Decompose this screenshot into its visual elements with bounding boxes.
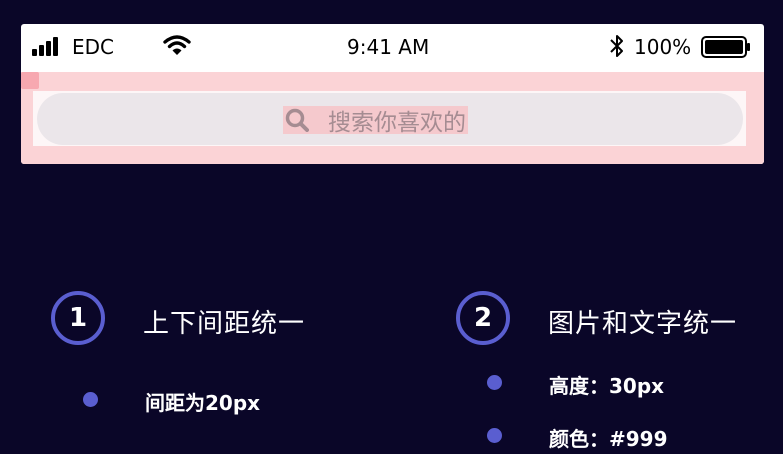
search-placeholder-group: 搜索你喜欢的 bbox=[283, 106, 468, 136]
step-number-1: 1 bbox=[51, 291, 105, 345]
section-1-title: 上下间距统一 bbox=[143, 309, 306, 339]
wifi-icon bbox=[163, 35, 191, 55]
search-highlight-zone: 搜索你喜欢的 bbox=[21, 72, 764, 164]
signal-icon bbox=[32, 36, 68, 56]
section-2-bullet-2: 颜色：#999 bbox=[549, 427, 668, 451]
section-1-bullet-1: 间距为20px bbox=[145, 391, 261, 415]
search-icon bbox=[285, 108, 309, 132]
section-2-bullet-1: 高度：30px bbox=[549, 374, 665, 398]
step-number-2: 2 bbox=[456, 291, 510, 345]
carrier-name: EDC bbox=[72, 35, 115, 59]
search-bar[interactable]: 搜索你喜欢的 bbox=[37, 93, 743, 145]
bullet-dot bbox=[487, 375, 502, 390]
section-2-title: 图片和文字统一 bbox=[548, 309, 738, 339]
bluetooth-icon bbox=[610, 35, 623, 57]
phone-mockup: EDC 9:41 AM 100% 搜索你喜欢的 bbox=[21, 24, 764, 164]
search-placeholder: 搜索你喜欢的 bbox=[328, 110, 466, 136]
bullet-dot bbox=[83, 392, 98, 407]
status-bar: EDC 9:41 AM 100% bbox=[21, 24, 764, 72]
corner-marker bbox=[21, 72, 39, 89]
battery-percent: 100% bbox=[634, 35, 692, 59]
battery-icon bbox=[701, 36, 750, 58]
clock-time: 9:41 AM bbox=[347, 35, 430, 59]
search-container: 搜索你喜欢的 bbox=[33, 91, 746, 146]
bullet-dot bbox=[487, 428, 502, 443]
